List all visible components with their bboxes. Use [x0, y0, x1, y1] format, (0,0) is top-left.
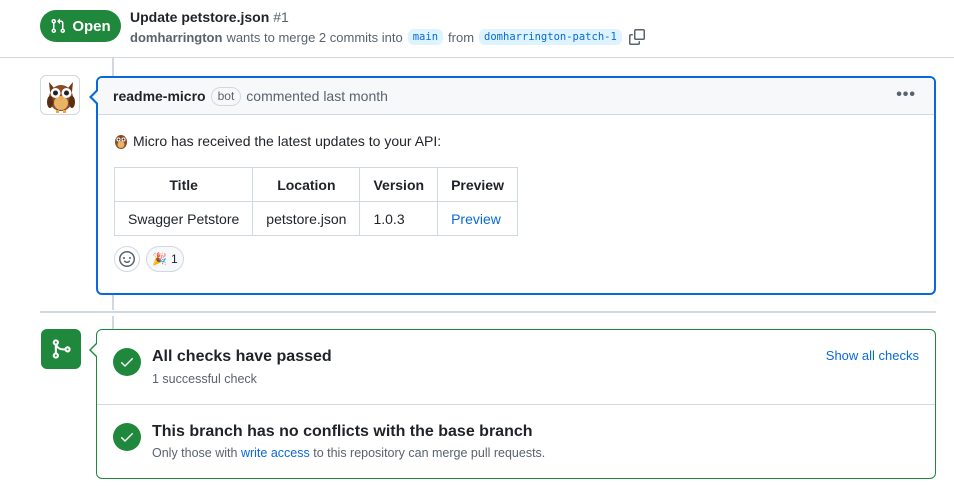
pr-author-link[interactable]: domharrington: [130, 30, 222, 45]
reaction-tada-button[interactable]: 🎉 1: [146, 246, 184, 272]
timeline-divider: [40, 311, 936, 313]
comment-author-link[interactable]: readme-micro: [113, 88, 206, 104]
comment-menu-icon[interactable]: •••: [896, 86, 916, 104]
cell-version: 1.0.3: [359, 201, 439, 236]
cell-preview: Preview: [437, 201, 518, 236]
checks-subtitle: 1 successful check: [152, 372, 257, 386]
comment-header: readme-micro bot commented last month ••…: [98, 78, 934, 115]
add-reaction-button[interactable]: [114, 246, 140, 272]
reactions-bar: 🎉 1: [114, 246, 918, 272]
preview-link[interactable]: Preview: [451, 211, 501, 227]
merge-status-icon: [41, 329, 81, 369]
owl-avatar-icon: [47, 82, 75, 113]
copy-icon[interactable]: [628, 29, 645, 45]
owl-emoji-icon: [115, 135, 127, 149]
pr-title-text: Update petstore.json: [130, 9, 270, 25]
tada-emoji-icon: 🎉: [152, 252, 167, 266]
pr-number: #1: [273, 9, 289, 25]
pull-request-icon: [51, 18, 66, 34]
pr-header: Open Update petstore.json #1 domharringto…: [0, 0, 954, 58]
reaction-count: 1: [170, 252, 178, 266]
cell-title: Swagger Petstore: [113, 201, 254, 236]
conflicts-sub-pre: Only those with: [152, 446, 238, 460]
check-icon: [113, 348, 141, 376]
bot-label: bot: [210, 86, 242, 106]
pr-subtitle: domharrington wants to merge 2 commits i…: [130, 27, 645, 47]
checks-title: All checks have passed: [152, 348, 332, 365]
conflicts-subtitle: Only those with write access to this rep…: [152, 446, 545, 460]
column-header-location: Location: [252, 167, 361, 202]
column-header-title: Title: [113, 167, 254, 202]
api-table: Title Location Version Preview Swagger P…: [113, 167, 518, 236]
write-access-link[interactable]: write access: [241, 446, 310, 460]
table-row: Swagger Petstore petstore.json 1.0.3 Pre…: [113, 201, 518, 236]
head-branch[interactable]: domharrington-patch-1: [479, 29, 622, 45]
open-status-label: Open: [72, 17, 111, 35]
conflicts-row: This branch has no conflicts with the ba…: [97, 405, 935, 478]
merge-text: wants to merge 2 commits into: [226, 29, 403, 45]
comment-intro: Micro has received the latest updates to…: [114, 131, 918, 151]
intro-text: Micro has received the latest updates to…: [133, 133, 442, 149]
comment-action[interactable]: commented last month: [246, 88, 388, 104]
open-status-badge: Open: [40, 10, 121, 42]
table-header-row: Title Location Version Preview: [113, 167, 518, 202]
checks-row: All checks have passed 1 successful chec…: [97, 330, 935, 405]
smiley-icon: [119, 251, 135, 267]
cell-location: petstore.json: [252, 201, 361, 236]
comment-body: Micro has received the latest updates to…: [98, 115, 934, 288]
bot-comment: readme-micro bot commented last month ••…: [89, 76, 936, 295]
conflicts-title: This branch has no conflicts with the ba…: [152, 423, 533, 440]
from-text: from: [448, 29, 475, 45]
check-icon: [113, 423, 141, 451]
merge-box: All checks have passed 1 successful chec…: [89, 329, 936, 479]
column-header-preview: Preview: [437, 167, 518, 202]
show-all-checks-link[interactable]: Show all checks: [826, 348, 919, 363]
column-header-version: Version: [359, 167, 439, 202]
git-merge-icon: [52, 339, 71, 359]
avatar[interactable]: [40, 75, 80, 115]
pr-title: Update petstore.json #1: [130, 9, 289, 25]
base-branch[interactable]: main: [407, 29, 444, 45]
conflicts-sub-post: to this repository can merge pull reques…: [313, 446, 546, 460]
